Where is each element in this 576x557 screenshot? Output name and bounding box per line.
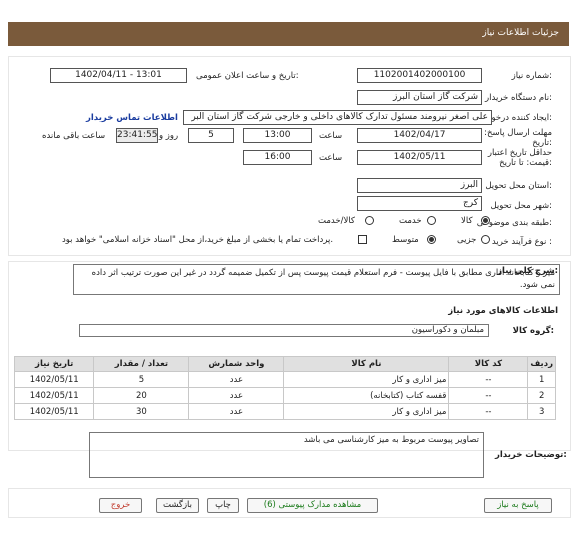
province-field: البرز xyxy=(357,178,482,193)
process-minor-radio[interactable] xyxy=(481,235,490,244)
category-mixed-radio[interactable] xyxy=(365,216,374,225)
back-button[interactable]: بازگشت xyxy=(156,498,199,513)
row-date: 1402/05/11 xyxy=(13,371,95,388)
row-unit: عدد xyxy=(188,403,285,420)
treasury-checkbox[interactable] xyxy=(358,235,367,244)
table-row: 2 -- قفسه کتاب (کتابخانه) عدد 20 1402/05… xyxy=(13,387,556,404)
row-qty: 20 xyxy=(93,387,190,404)
min-price-label: حداقل تاریخ اعتبار قیمت: تا تاریخ: xyxy=(487,148,552,168)
buyer-contact-link[interactable]: اطلاعات تماس خریدار xyxy=(86,113,178,123)
description-text: میز و کتابخانه اداری مطابق با فایل پیوست… xyxy=(73,264,560,295)
row-code: -- xyxy=(448,371,529,388)
row-date: 1402/05/11 xyxy=(13,387,95,404)
col-qty: تعداد / مقدار xyxy=(93,356,190,372)
category-goods-radio[interactable] xyxy=(481,216,490,225)
days-label: روز و xyxy=(159,131,179,141)
buyer-notes-field: تصاویر پیوست مربوط به میز کارشناسی می با… xyxy=(89,432,484,478)
row-qty: 30 xyxy=(93,403,190,420)
remaining-time-field: 23:41:55 xyxy=(116,128,158,143)
row-code: -- xyxy=(448,403,529,420)
process-medium-radio[interactable] xyxy=(427,235,436,244)
row-name: میز اداری و کار xyxy=(283,371,450,388)
goods-section-title: اطلاعات کالاهای مورد نیاز xyxy=(448,306,558,316)
city-label: شهر محل تحویل: xyxy=(490,201,552,211)
province-label: استان محل تحویل: xyxy=(485,181,552,191)
category-goods-label: کالا xyxy=(461,216,473,226)
announce-field: 1402/04/11 - 13:01 xyxy=(50,68,187,83)
col-date: تاریخ نیاز xyxy=(13,356,95,372)
process-label: نوع فرآیند خرید : xyxy=(491,237,552,247)
exit-button[interactable]: خروج xyxy=(99,498,142,513)
goods-group-field: مبلمان و دکوراسیون xyxy=(79,324,489,337)
deadline-time-field: 13:00 xyxy=(243,128,312,143)
process-minor-label: جزیی xyxy=(457,235,477,245)
min-price-time-field: 16:00 xyxy=(243,150,312,165)
row-number: 3 xyxy=(527,403,556,420)
row-number: 1 xyxy=(527,371,556,388)
row-name: میز اداری و کار xyxy=(283,403,450,420)
table-header-row: ردیف کد کالا نام کالا واحد شمارش تعداد /… xyxy=(13,356,556,372)
category-service-label: خدمت xyxy=(399,216,422,226)
remaining-time-label: ساعت باقی مانده xyxy=(42,131,106,141)
row-code: -- xyxy=(448,387,529,404)
table-row: 3 -- میز اداری و کار عدد 30 1402/05/11 xyxy=(13,403,556,420)
col-unit: واحد شمارش xyxy=(188,356,285,372)
min-price-date-field: 1402/05/11 xyxy=(357,150,482,165)
deadline-time-label: ساعت xyxy=(319,131,343,141)
col-code: کد کالا xyxy=(448,356,529,372)
page-title: جزئیات اطلاعات نیاز xyxy=(482,28,559,38)
deadline-date-field: 1402/04/17 xyxy=(357,128,482,143)
process-medium-label: متوسط xyxy=(392,235,419,245)
min-price-time-label: ساعت xyxy=(319,153,343,163)
row-unit: عدد xyxy=(188,371,285,388)
payment-note: پرداخت تمام یا بخشی از مبلغ خرید،از محل … xyxy=(62,235,334,245)
city-field: کرج xyxy=(357,196,482,211)
row-date: 1402/05/11 xyxy=(13,403,95,420)
row-unit: عدد xyxy=(188,387,285,404)
col-row: ردیف xyxy=(527,356,556,372)
deadline-label: مهلت ارسال پاسخ: تا تاریخ: xyxy=(476,128,552,148)
buyer-notes-label: توضیحات خریدار: xyxy=(495,450,567,460)
category-service-radio[interactable] xyxy=(427,216,436,225)
reply-button[interactable]: پاسخ به نیاز xyxy=(484,498,552,513)
goods-table: ردیف کد کالا نام کالا واحد شمارش تعداد /… xyxy=(13,356,556,420)
need-number-field: 1102001402000100 xyxy=(357,68,482,83)
need-number-label: شماره نیاز: xyxy=(511,71,552,81)
buyer-org-field: شرکت گاز استان البرز xyxy=(357,90,482,105)
table-row: 1 -- میز اداری و کار عدد 5 1402/05/11 xyxy=(13,371,556,388)
category-mixed-label: کالا/خدمت xyxy=(318,216,355,226)
requester-field: علی اصغر نیرومند مسئول تدارک کالاهای داخ… xyxy=(183,110,492,125)
announce-label: تاریخ و ساعت اعلان عمومی: xyxy=(196,71,299,81)
col-name: نام کالا xyxy=(283,356,450,372)
goods-group-label: گروه کالا: xyxy=(512,326,554,336)
buyer-org-label: نام دستگاه خریدار: xyxy=(485,93,552,103)
row-qty: 5 xyxy=(93,371,190,388)
view-attachments-button[interactable]: مشاهده مدارک پیوستی (6) xyxy=(247,498,378,513)
row-number: 2 xyxy=(527,387,556,404)
page-header: جزئیات اطلاعات نیاز xyxy=(8,22,569,46)
row-name: قفسه کتاب (کتابخانه) xyxy=(283,387,450,404)
days-field: 5 xyxy=(188,128,234,143)
print-button[interactable]: چاپ xyxy=(207,498,239,513)
